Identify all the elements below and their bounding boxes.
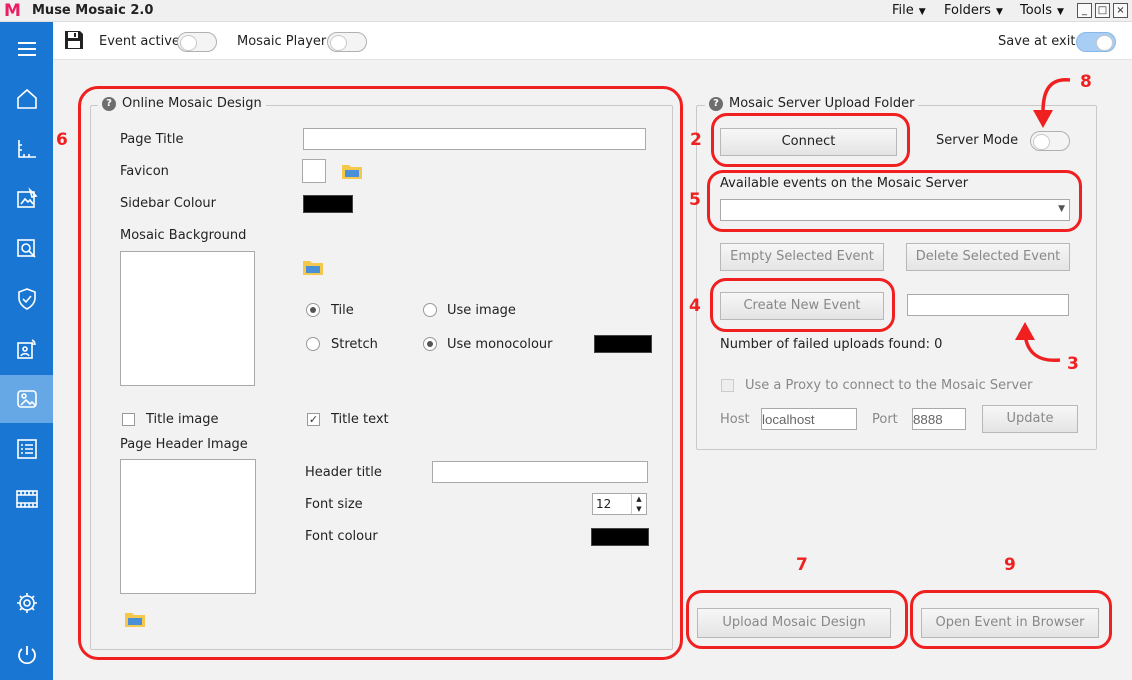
sidebar-item-edit-image[interactable] bbox=[0, 175, 53, 223]
server-mode-label: Server Mode bbox=[936, 133, 1019, 148]
annotation-number-9: 9 bbox=[1004, 555, 1016, 575]
annotation-number-3: 3 bbox=[1067, 354, 1079, 374]
sidebar-item-menu[interactable] bbox=[0, 25, 53, 73]
app-title: Muse Mosaic 2.0 bbox=[32, 3, 154, 18]
menu-file[interactable]: File ▼ bbox=[892, 3, 926, 18]
update-button[interactable]: Update bbox=[982, 405, 1078, 433]
chevron-down-icon: ▼ bbox=[918, 7, 926, 17]
home-icon bbox=[16, 88, 37, 109]
title-bar: M Muse Mosaic 2.0 File ▼ Folders ▼ Tools ▼ … bbox=[0, 0, 1132, 22]
save-at-exit-toggle[interactable] bbox=[1076, 32, 1116, 52]
annotation-box-5 bbox=[707, 170, 1082, 232]
save-icon[interactable] bbox=[64, 30, 84, 50]
use-proxy-checkbox[interactable] bbox=[721, 379, 734, 392]
minimize-button[interactable]: _ bbox=[1077, 3, 1092, 18]
sidebar-item-video[interactable] bbox=[0, 475, 53, 523]
checklist-icon bbox=[16, 439, 37, 459]
port-input[interactable] bbox=[912, 408, 966, 430]
power-icon bbox=[17, 646, 36, 665]
server-group-title-text: Mosaic Server Upload Folder bbox=[729, 96, 915, 111]
close-button[interactable]: × bbox=[1113, 3, 1128, 18]
annotation-box-6 bbox=[78, 86, 683, 660]
ruler-icon bbox=[17, 140, 36, 158]
use-proxy-label: Use a Proxy to connect to the Mosaic Ser… bbox=[745, 378, 1033, 393]
event-active-toggle[interactable] bbox=[177, 32, 217, 52]
new-event-name-input[interactable] bbox=[907, 294, 1069, 316]
help-icon[interactable]: ? bbox=[709, 96, 723, 111]
annotation-number-8: 8 bbox=[1080, 72, 1092, 92]
save-at-exit-label: Save at exit bbox=[998, 34, 1076, 49]
annotation-box-4 bbox=[710, 278, 895, 332]
gear-icon bbox=[16, 593, 37, 613]
annotation-box-2 bbox=[711, 113, 910, 167]
image-edit-icon bbox=[16, 187, 38, 208]
sidebar-item-power[interactable] bbox=[0, 631, 53, 679]
toolbar: Event active Mosaic Player Save at exit bbox=[53, 22, 1132, 60]
annotation-number-2: 2 bbox=[690, 130, 702, 150]
server-mode-toggle[interactable] bbox=[1030, 131, 1070, 151]
delete-selected-event-button[interactable]: Delete Selected Event bbox=[906, 243, 1070, 271]
port-label: Port bbox=[872, 412, 898, 427]
sidebar-item-mosaic[interactable] bbox=[0, 375, 53, 423]
annotation-number-6: 6 bbox=[56, 130, 68, 150]
annotation-arrow-3-icon bbox=[1015, 322, 1061, 363]
annotation-box-9 bbox=[910, 590, 1112, 649]
host-input[interactable] bbox=[761, 408, 857, 430]
sidebar-item-presentation[interactable] bbox=[0, 325, 53, 373]
maximize-button[interactable]: □ bbox=[1095, 3, 1110, 18]
host-label: Host bbox=[720, 412, 750, 427]
menu-tools[interactable]: Tools ▼ bbox=[1020, 3, 1064, 18]
sidebar bbox=[0, 22, 53, 680]
annotation-number-7: 7 bbox=[796, 555, 808, 575]
sidebar-item-security[interactable] bbox=[0, 275, 53, 323]
mosaic-image-icon bbox=[16, 390, 37, 408]
mosaic-player-label: Mosaic Player bbox=[237, 34, 327, 49]
chevron-down-icon: ▼ bbox=[1057, 7, 1064, 17]
chevron-down-icon: ▼ bbox=[995, 7, 1003, 17]
annotation-arrow-8-icon bbox=[1033, 78, 1071, 128]
server-group-title: ? Mosaic Server Upload Folder bbox=[705, 96, 919, 111]
shield-icon bbox=[17, 288, 36, 310]
film-icon bbox=[15, 490, 38, 508]
annotation-number-5: 5 bbox=[689, 190, 701, 210]
app-logo-icon: M bbox=[4, 1, 21, 21]
menu-folders[interactable]: Folders ▼ bbox=[944, 3, 1003, 18]
hamburger-icon bbox=[17, 42, 36, 56]
search-image-icon bbox=[16, 239, 36, 258]
presentation-icon bbox=[16, 339, 36, 359]
sidebar-item-measure[interactable] bbox=[0, 125, 53, 173]
annotation-number-4: 4 bbox=[689, 296, 701, 316]
failed-uploads-text: Number of failed uploads found: 0 bbox=[720, 337, 943, 352]
sidebar-item-list[interactable] bbox=[0, 425, 53, 473]
event-active-label: Event active bbox=[99, 34, 180, 49]
empty-selected-event-button[interactable]: Empty Selected Event bbox=[720, 243, 884, 271]
sidebar-item-settings[interactable] bbox=[0, 579, 53, 627]
annotation-box-7 bbox=[686, 590, 908, 649]
sidebar-item-search[interactable] bbox=[0, 225, 53, 273]
mosaic-player-toggle[interactable] bbox=[327, 32, 367, 52]
sidebar-item-home[interactable] bbox=[0, 75, 53, 123]
